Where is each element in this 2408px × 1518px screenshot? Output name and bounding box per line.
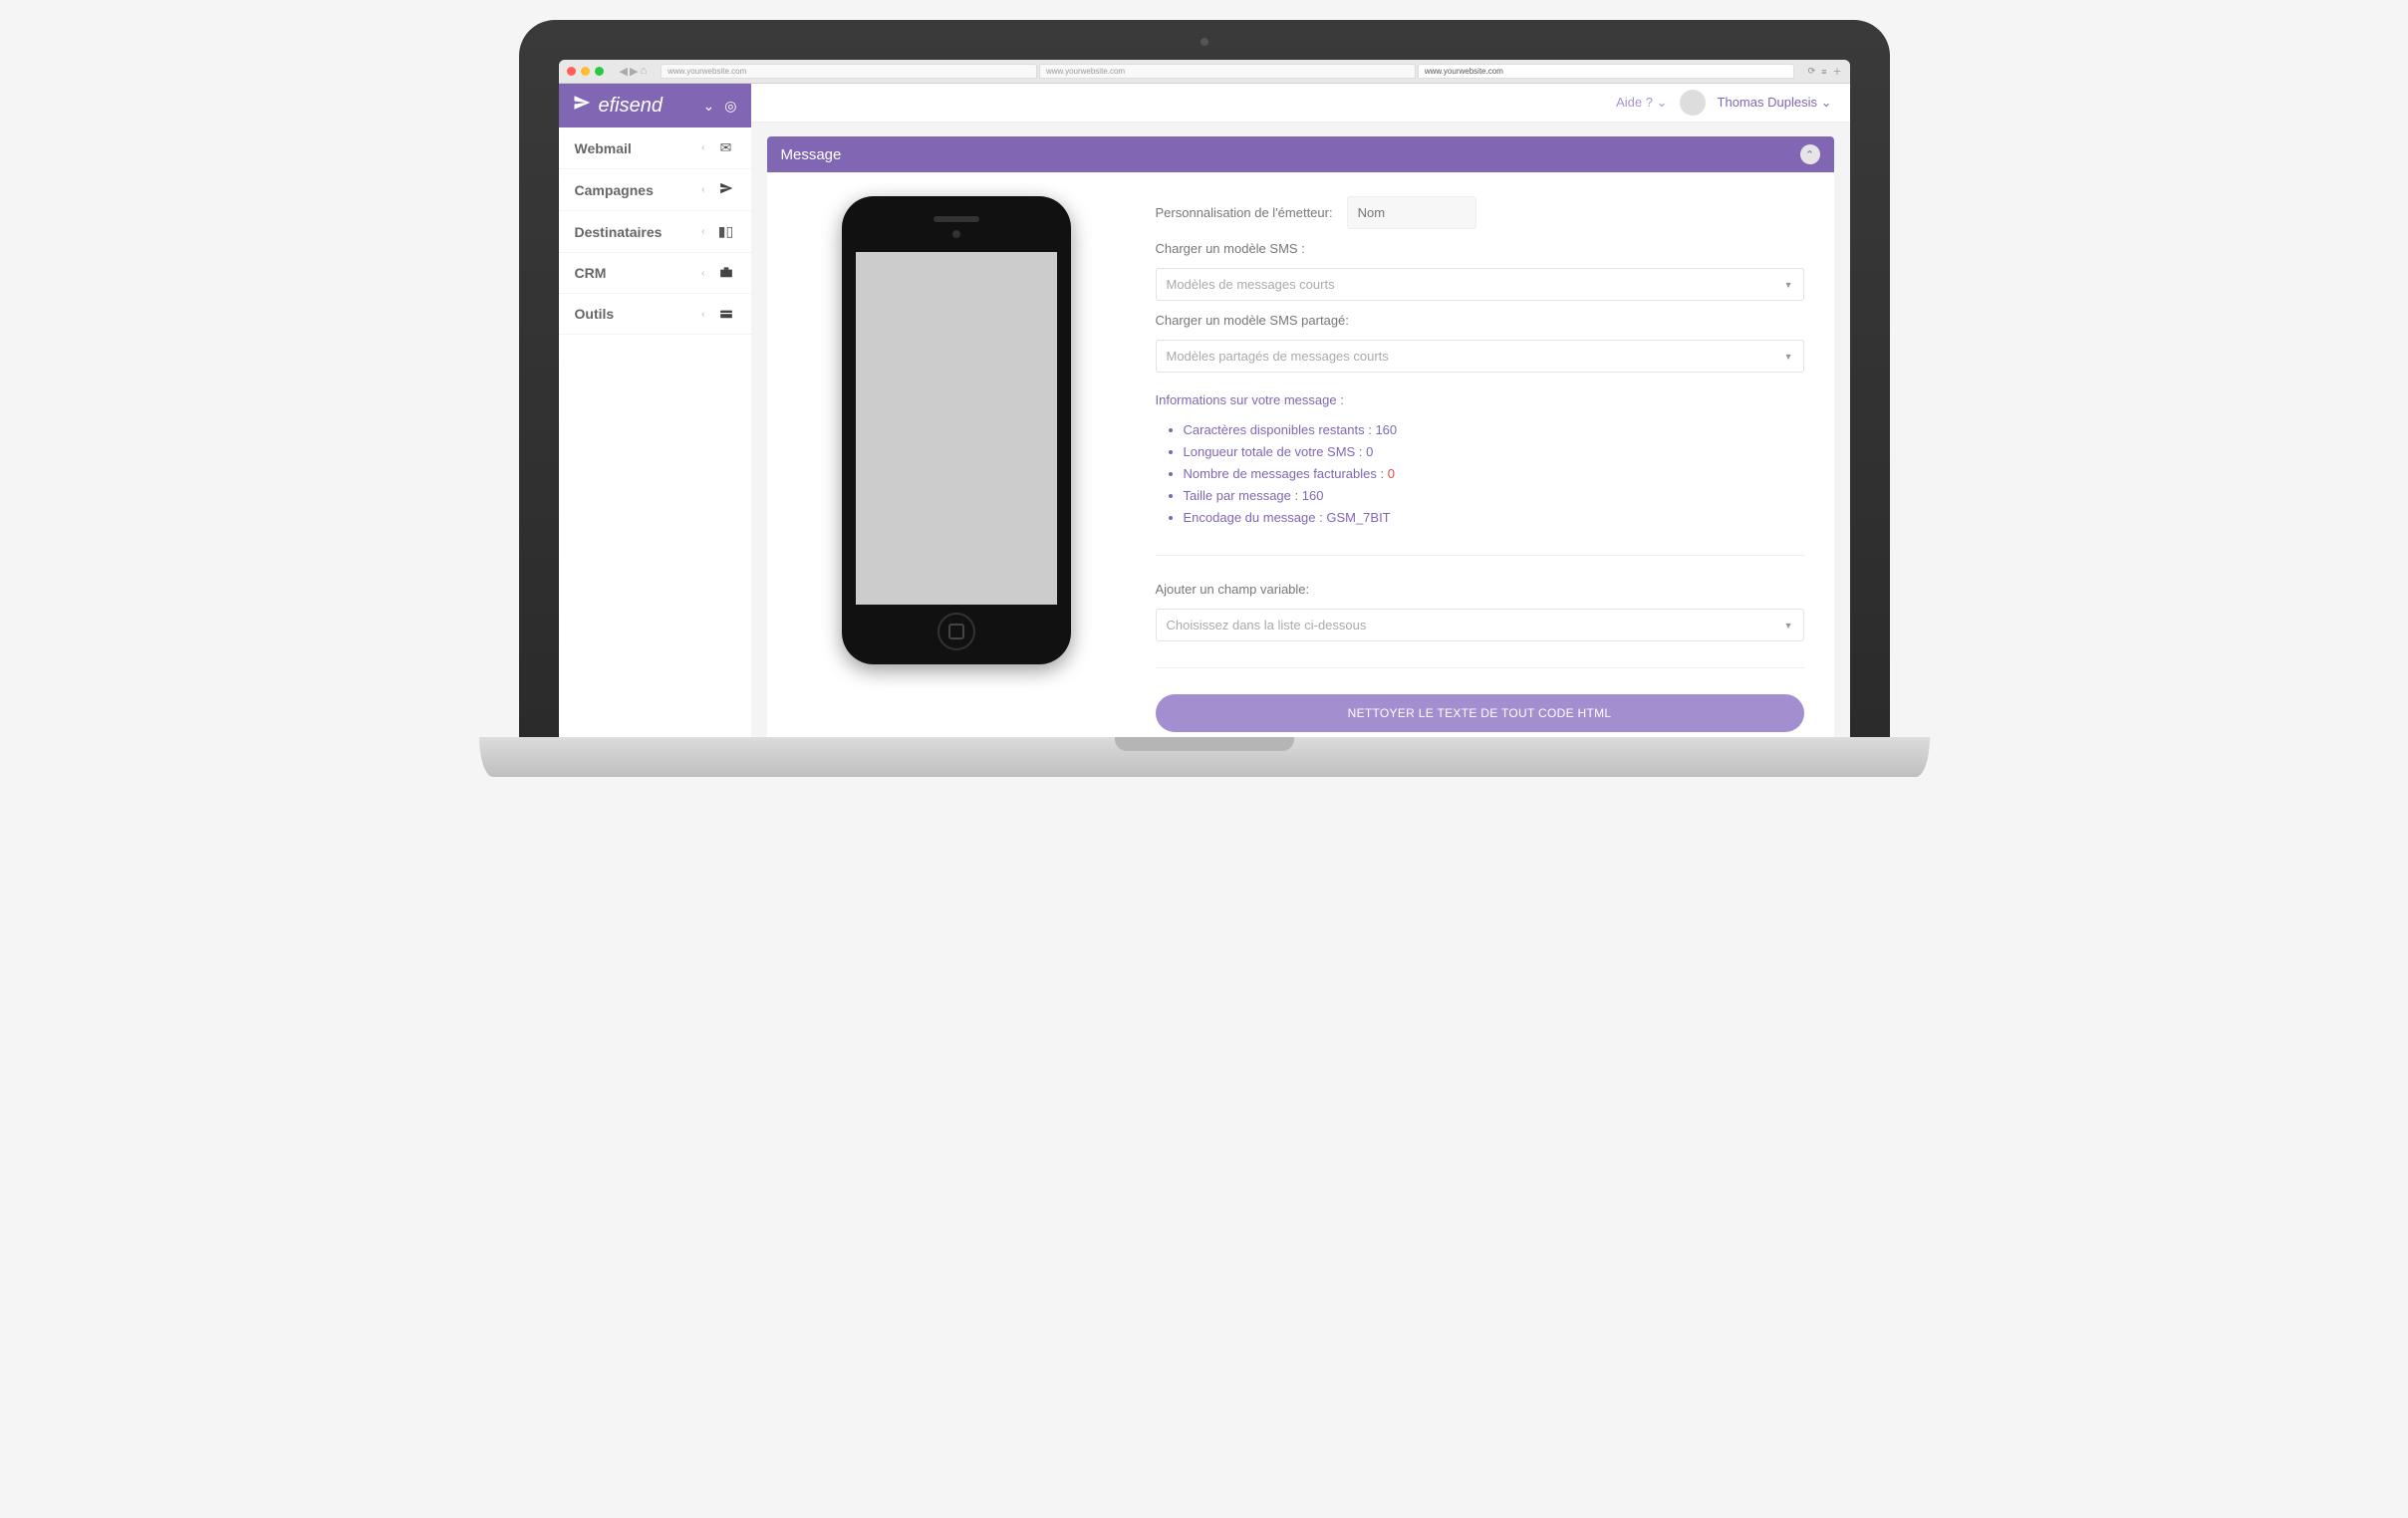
select-placeholder: Modèles de messages courts xyxy=(1167,277,1335,292)
select-placeholder: Choisissez dans la liste ci-dessous xyxy=(1167,618,1367,632)
sidebar-item-crm[interactable]: CRM ‹ xyxy=(559,253,751,294)
load-model-label: Charger un modèle SMS : xyxy=(1156,241,1804,256)
maximize-icon[interactable] xyxy=(595,67,604,76)
separator xyxy=(1156,555,1804,556)
message-panel: Message ⌃ xyxy=(767,136,1834,737)
model-select[interactable]: Modèles de messages courts ▼ xyxy=(1156,268,1804,301)
reader-icon[interactable]: ≡ xyxy=(1821,67,1826,77)
chevron-left-icon: ‹ xyxy=(701,268,704,279)
home-icon[interactable]: ⌂ xyxy=(640,65,647,78)
chevron-down-icon[interactable]: ⌄ xyxy=(703,98,715,115)
send-icon xyxy=(573,94,591,118)
chevron-left-icon: ‹ xyxy=(701,184,704,195)
browser-tab[interactable]: www.yourwebsite.com xyxy=(661,64,1037,79)
separator xyxy=(1156,667,1804,668)
phone-screen xyxy=(856,252,1057,605)
info-length: Longueur totale de votre SMS : 0 xyxy=(1184,441,1804,463)
sidebar-item-label: Destinataires xyxy=(575,224,702,240)
select-placeholder: Modèles partagés de messages courts xyxy=(1167,349,1389,364)
info-title: Informations sur votre message : xyxy=(1156,392,1804,407)
caret-down-icon: ▼ xyxy=(1784,621,1793,631)
sidebar-item-webmail[interactable]: Webmail ‹ ✉ xyxy=(559,127,751,169)
shared-model-select[interactable]: Modèles partagés de messages courts ▼ xyxy=(1156,340,1804,373)
back-icon[interactable]: ◀ xyxy=(620,65,628,78)
form-column: Personnalisation de l'émetteur: Charger … xyxy=(1156,196,1804,737)
info-list: Caractères disponibles restants : 160 Lo… xyxy=(1156,419,1804,529)
chevron-left-icon: ‹ xyxy=(701,226,704,237)
sidebar-item-campagnes[interactable]: Campagnes ‹ xyxy=(559,169,751,211)
toolbox-icon xyxy=(717,306,735,322)
question-icon: ? xyxy=(1646,95,1653,110)
nav-buttons[interactable]: ◀ ▶ ⌂ xyxy=(620,65,648,78)
caret-down-icon: ▼ xyxy=(1784,352,1793,362)
browser-tab-active[interactable]: www.yourwebsite.com xyxy=(1418,64,1794,79)
sender-input[interactable] xyxy=(1347,196,1476,229)
user-menu[interactable]: Thomas Duplesis ⌄ xyxy=(1718,95,1832,111)
chevron-up-icon: ⌃ xyxy=(1805,148,1814,161)
logo-bar: efisend ⌄ ◎ xyxy=(559,84,751,127)
help-link[interactable]: Aide ? ⌄ xyxy=(1616,95,1667,111)
caret-down-icon: ▼ xyxy=(1784,280,1793,290)
home-button-icon xyxy=(937,613,975,650)
sidebar-item-label: Webmail xyxy=(575,140,702,156)
chevron-down-icon: ⌄ xyxy=(1821,95,1832,110)
chevron-left-icon: ‹ xyxy=(701,309,704,320)
laptop-camera xyxy=(1201,38,1208,46)
topbar: Aide ? ⌄ Thomas Duplesis ⌄ xyxy=(751,84,1850,123)
briefcase-icon xyxy=(717,265,735,281)
sidebar-item-label: Outils xyxy=(575,306,702,322)
load-shared-label: Charger un modèle SMS partagé: xyxy=(1156,313,1804,328)
address-book-icon: ▮▯ xyxy=(717,223,735,240)
info-size: Taille par message : 160 xyxy=(1184,485,1804,507)
send-icon xyxy=(717,181,735,198)
main-content: Aide ? ⌄ Thomas Duplesis ⌄ Message ⌃ xyxy=(751,84,1850,737)
browser-tabs: www.yourwebsite.com www.yourwebsite.com … xyxy=(661,64,1794,79)
laptop-base xyxy=(479,737,1930,777)
browser-toolbar: ◀ ▶ ⌂ www.yourwebsite.com www.yourwebsit… xyxy=(559,60,1850,84)
brand-name: efisend xyxy=(599,95,664,118)
avatar[interactable] xyxy=(1680,90,1706,116)
sidebar-item-outils[interactable]: Outils ‹ xyxy=(559,294,751,335)
sidebar-item-label: Campagnes xyxy=(575,182,702,198)
sidebar-item-destinataires[interactable]: Destinataires ‹ ▮▯ xyxy=(559,211,751,253)
sidebar-item-label: CRM xyxy=(575,265,702,281)
variable-label: Ajouter un champ variable: xyxy=(1156,582,1804,597)
panel-title: Message xyxy=(781,146,842,163)
minimize-icon[interactable] xyxy=(581,67,590,76)
browser-tab[interactable]: www.yourwebsite.com xyxy=(1039,64,1416,79)
browser-window: ◀ ▶ ⌂ www.yourwebsite.com www.yourwebsit… xyxy=(559,60,1850,737)
reload-icon[interactable]: ⟳ xyxy=(1808,66,1816,77)
phone-mockup xyxy=(842,196,1071,664)
sidebar: efisend ⌄ ◎ Webmail ‹ ✉ Campagnes ‹ xyxy=(559,84,751,737)
forward-icon[interactable]: ▶ xyxy=(630,65,638,78)
laptop-mockup: ◀ ▶ ⌂ www.yourwebsite.com www.yourwebsit… xyxy=(519,20,1890,777)
chevron-left-icon: ‹ xyxy=(701,142,704,153)
info-chars: Caractères disponibles restants : 160 xyxy=(1184,419,1804,441)
collapse-button[interactable]: ⌃ xyxy=(1800,144,1820,164)
info-encoding: Encodage du message : GSM_7BIT xyxy=(1184,507,1804,529)
chevron-down-icon: ⌄ xyxy=(1657,95,1668,110)
add-icon[interactable]: ＋ xyxy=(1832,65,1841,78)
panel-header: Message ⌃ xyxy=(767,136,1834,172)
envelope-icon: ✉ xyxy=(717,139,735,156)
phone-preview-column xyxy=(797,196,1116,737)
window-controls[interactable] xyxy=(567,67,604,76)
sender-label: Personnalisation de l'émetteur: xyxy=(1156,205,1333,220)
variable-select[interactable]: Choisissez dans la liste ci-dessous ▼ xyxy=(1156,609,1804,641)
close-icon[interactable] xyxy=(567,67,576,76)
info-billable: Nombre de messages facturables : 0 xyxy=(1184,463,1804,485)
target-icon[interactable]: ◎ xyxy=(724,98,736,115)
clean-html-button[interactable]: NETTOYER LE TEXTE DE TOUT CODE HTML xyxy=(1156,694,1804,732)
